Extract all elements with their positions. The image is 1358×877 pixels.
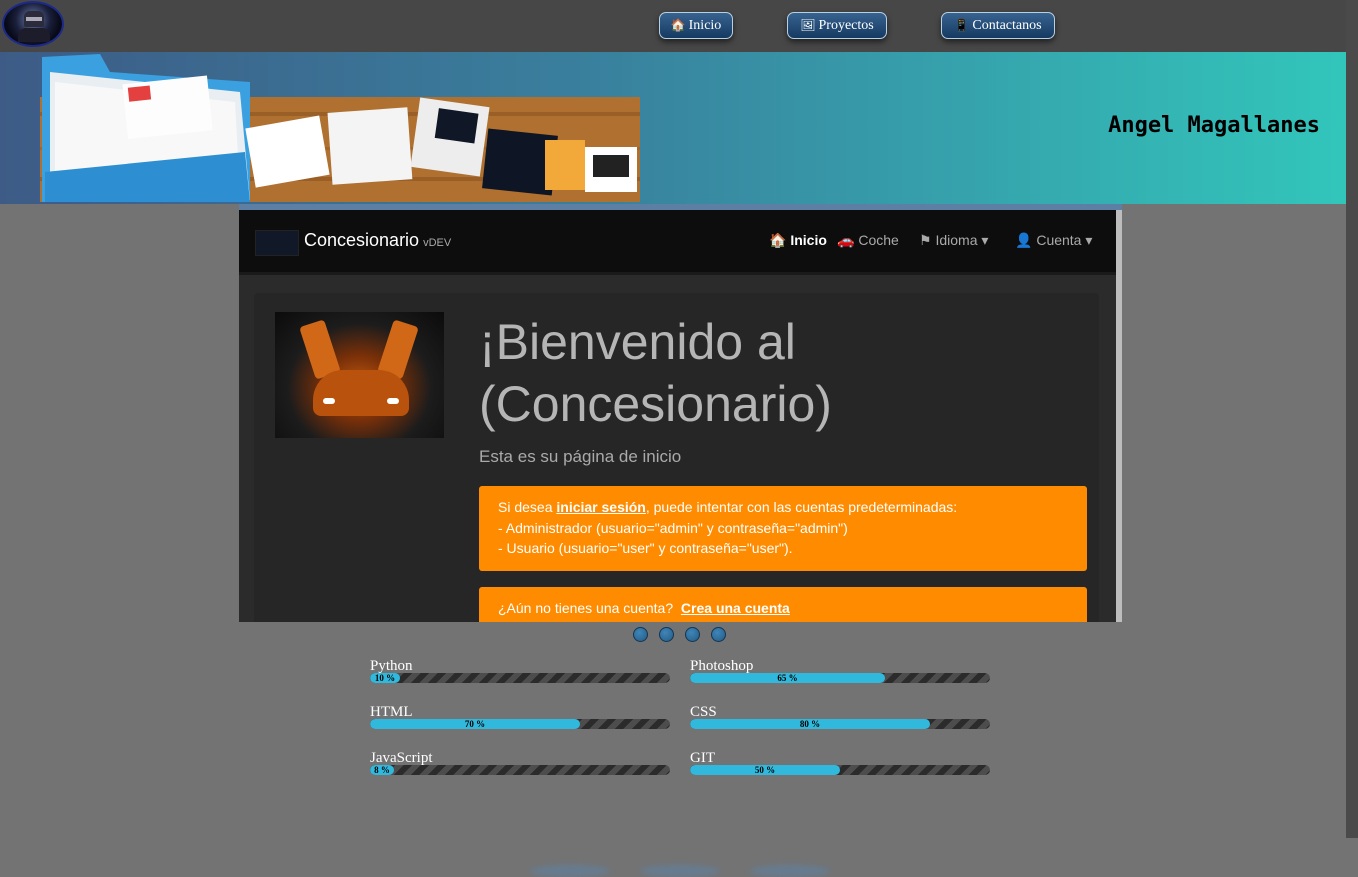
avatar[interactable]	[2, 1, 64, 47]
carousel-dot[interactable]	[659, 627, 674, 642]
skill-git: GIT 50 %	[690, 751, 990, 775]
user-icon: 👤	[1015, 232, 1033, 248]
skill-javascript: JavaScript 8 %	[370, 751, 670, 775]
portfolio-banner-image	[40, 54, 640, 202]
project-heading: ¡Bienvenido al (Concesionario)	[479, 314, 832, 432]
flag-icon: ⚑	[919, 232, 932, 248]
project-nav-idioma: ⚑ Idioma ▾	[919, 232, 989, 248]
footer-button-glow	[530, 865, 610, 877]
project-brand: Concesionario vDEV	[304, 230, 452, 250]
skill-python: Python 10 %	[370, 659, 670, 683]
home-icon: 🏠	[769, 232, 787, 248]
project-logo	[255, 230, 299, 256]
register-alert: ¿Aún no tienes una cuenta? Crea una cuen…	[479, 587, 1087, 622]
nav-button-inicio[interactable]: 🏠 Inicio	[659, 12, 733, 39]
carousel-dot[interactable]	[685, 627, 700, 642]
nav-button-contactanos[interactable]: 📱 Contactanos	[941, 12, 1055, 39]
skill-progress-bar: 50 %	[690, 765, 990, 775]
page-scrollbar[interactable]	[1346, 0, 1358, 838]
house-icon: 🏠	[670, 18, 686, 32]
car-icon: 🚗	[837, 232, 855, 248]
project-nav-inicio: 🏠 Inicio	[769, 232, 827, 248]
project-navbar: Concesionario vDEV 🏠 Inicio 🚗 Coche ⚑ Idi…	[239, 210, 1116, 275]
slide-scrollbar	[1116, 210, 1122, 622]
project-subtitle: Esta es su página de inicio	[479, 447, 682, 466]
project-nav-cuenta: 👤 Cuenta ▾	[1015, 232, 1093, 248]
skill-css: CSS 80 %	[690, 705, 990, 729]
skill-progress-bar: 65 %	[690, 673, 990, 683]
login-info-alert: Si desea iniciar sesión, puede intentar …	[479, 486, 1087, 571]
footer-button-glow	[750, 865, 830, 877]
skill-progress-bar: 8 %	[370, 765, 670, 775]
skill-progress-bar: 70 %	[370, 719, 670, 729]
nav-button-proyectos[interactable]: 🖼 Proyectos	[787, 12, 887, 39]
author-name: Angel Magallanes	[1108, 113, 1320, 138]
header-banner: Angel Magallanes	[0, 52, 1346, 204]
skill-progress-bar: 80 %	[690, 719, 990, 729]
top-bar: 🏠 Inicio 🖼 Proyectos 📱 Contactanos	[0, 0, 1346, 52]
skill-progress-bar: 10 %	[370, 673, 670, 683]
project-nav-coche: 🚗 Coche	[837, 232, 899, 248]
footer-button-glow	[640, 865, 720, 877]
project-carousel-slide[interactable]: Concesionario vDEV 🏠 Inicio 🚗 Coche ⚑ Idi…	[239, 204, 1122, 622]
car-image	[275, 312, 444, 438]
carousel-dot[interactable]	[711, 627, 726, 642]
picture-icon: 🖼	[800, 18, 816, 32]
skill-photoshop: Photoshop 65 %	[690, 659, 990, 683]
phone-icon: 📱	[954, 18, 970, 32]
project-welcome-card: ¡Bienvenido al (Concesionario) Esta es s…	[254, 293, 1099, 622]
skill-html: HTML 70 %	[370, 705, 670, 729]
carousel-dot[interactable]	[633, 627, 648, 642]
